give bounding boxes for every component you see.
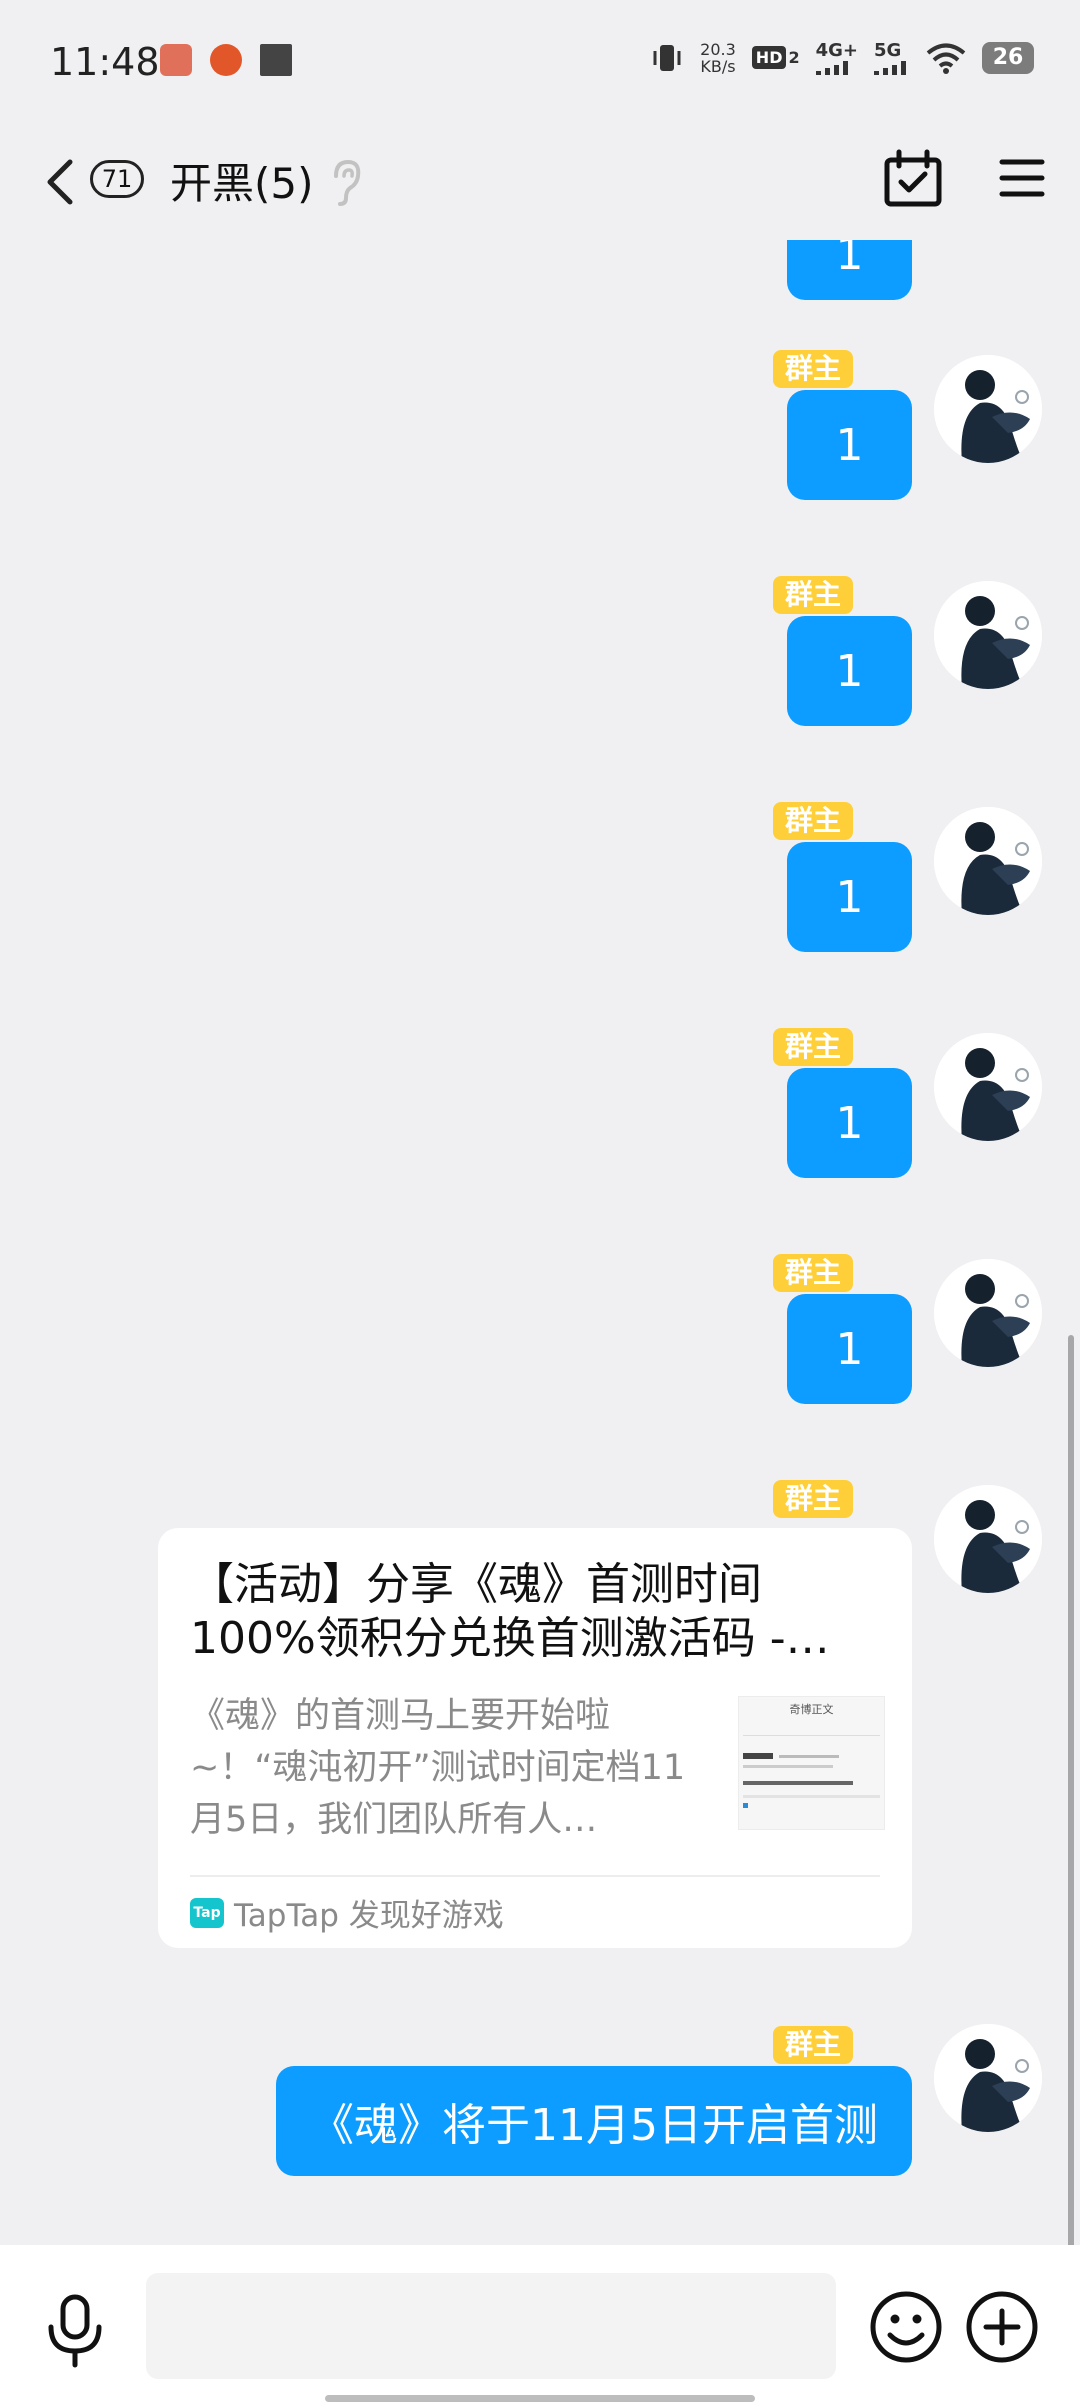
- avatar-image: [934, 1033, 1042, 1141]
- avatar-image: [934, 355, 1042, 463]
- avatar-image: [934, 1485, 1042, 1593]
- avatar-image: [934, 807, 1042, 915]
- message-bubble[interactable]: 1: [787, 616, 912, 726]
- scrollbar[interactable]: [1068, 1335, 1074, 2245]
- chat-messages[interactable]: 1 群主 1 群主 1 群主 1 群主 1 群主 1 群主 【活动】分享《魂》首…: [0, 240, 1080, 2245]
- taptap-logo-icon: Tap: [190, 1897, 224, 1928]
- source-label: TapTap 发现好游戏: [234, 1898, 504, 1934]
- sender-avatar[interactable]: [934, 355, 1042, 463]
- avatar-image: [934, 581, 1042, 689]
- message-bubble[interactable]: 1: [787, 1294, 912, 1404]
- link-share-card[interactable]: 【活动】分享《魂》首测时间100%领积分兑换首测激活码 -… 《魂》的首测马上要…: [158, 1528, 912, 1948]
- message-bubble[interactable]: 《魂》将于11月5日开启首测: [276, 2066, 912, 2176]
- message-input[interactable]: [146, 2273, 836, 2379]
- back-arrow-icon[interactable]: [38, 152, 82, 212]
- unread-count-badge[interactable]: 71: [90, 160, 144, 198]
- group-owner-badge: 群主: [772, 2026, 853, 2064]
- thumbnail-article-preview: [743, 1735, 880, 1808]
- group-owner-badge: 群主: [772, 1480, 853, 1518]
- chat-header: 71 开黑(5): [0, 130, 1080, 240]
- card-thumbnail: 奇博正文: [738, 1696, 885, 1830]
- battery-icon: 26: [982, 41, 1034, 74]
- sender-avatar[interactable]: [934, 807, 1042, 915]
- net-speed: 20.3 KB/s: [700, 39, 736, 76]
- voice-input-icon[interactable]: [42, 2293, 108, 2369]
- message-bubble[interactable]: 1: [787, 1068, 912, 1178]
- home-indicator[interactable]: [325, 2395, 755, 2402]
- sender-avatar[interactable]: [934, 2024, 1042, 2132]
- card-source: Tap TapTap 发现好游戏: [190, 1890, 504, 1935]
- message-bubble[interactable]: 1: [787, 390, 912, 500]
- add-icon[interactable]: [964, 2289, 1040, 2365]
- sender-avatar[interactable]: [934, 1259, 1042, 1367]
- sender-avatar[interactable]: [934, 581, 1042, 689]
- group-owner-badge: 群主: [772, 576, 853, 614]
- wifi-icon: [926, 43, 966, 74]
- thumbnail-title: 奇博正文: [789, 1703, 834, 1716]
- sender-avatar[interactable]: [934, 1485, 1042, 1593]
- avatar-image: [934, 1259, 1042, 1367]
- vibrate-icon: [653, 44, 681, 71]
- card-title: 【活动】分享《魂》首测时间100%领积分兑换首测激活码 -…: [190, 1559, 830, 1664]
- status-bar: 11:48 20.3 KB/s HD 2 4G+ 5G 26: [0, 0, 1080, 130]
- status-time: 11:48: [50, 40, 160, 84]
- calendar-check-icon[interactable]: [882, 148, 944, 210]
- input-bar: [0, 2245, 1080, 2408]
- card-divider: [190, 1875, 880, 1877]
- message-bubble[interactable]: 1: [787, 842, 912, 952]
- signal-5g-icon: 5G: [874, 40, 910, 75]
- card-description: 《魂》的首测马上要开始啦~！“魂沌初开”测试时间定档11月5日，我们团队所有人…: [190, 1696, 686, 1840]
- partial-message-bubble[interactable]: 1: [787, 240, 912, 300]
- menu-icon[interactable]: [998, 154, 1046, 202]
- chat-title[interactable]: 开黑(5): [170, 150, 314, 211]
- game-notification-icon: [210, 44, 242, 76]
- group-owner-badge: 群主: [772, 1254, 853, 1292]
- hd-voice-icon: HD 2: [751, 46, 800, 69]
- group-owner-badge: 群主: [772, 802, 853, 840]
- avatar-image: [934, 2024, 1042, 2132]
- notification-icons: [160, 44, 292, 76]
- earpiece-mode-icon[interactable]: [328, 158, 364, 208]
- signal-4g-icon: 4G+: [815, 40, 858, 75]
- group-owner-badge: 群主: [772, 1028, 853, 1066]
- group-owner-badge: 群主: [772, 350, 853, 388]
- emoji-icon[interactable]: [868, 2289, 944, 2365]
- sender-avatar[interactable]: [934, 1033, 1042, 1141]
- square-notification-icon: [260, 44, 292, 76]
- app-notification-icon: [160, 44, 192, 76]
